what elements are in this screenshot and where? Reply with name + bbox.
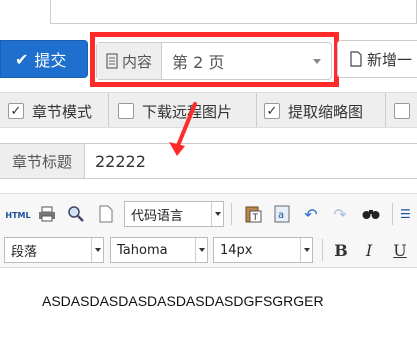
- document-icon: [106, 53, 118, 69]
- option-extract-thumbnail[interactable]: ✓ 提取缩略图: [264, 99, 363, 123]
- toolbar-divider: [392, 203, 393, 225]
- divider: [256, 93, 257, 127]
- options-row: ✓ 章节模式 下载远程图片 ✓ 提取缩略图: [0, 92, 417, 128]
- font-family-select[interactable]: Tahoma: [110, 237, 208, 263]
- submit-button[interactable]: ✔ 提交: [0, 40, 88, 78]
- chevron-down-icon: [94, 248, 101, 252]
- chevron-down-icon: [313, 58, 321, 64]
- option-extra[interactable]: [394, 99, 410, 123]
- bold-button[interactable]: B: [331, 239, 351, 261]
- editor-toolbar: HTML 代码语言 T a ↶ ↷ ☰ 段落 Tahoma 14px B I U: [0, 193, 417, 268]
- chapter-title-group: 章节标题 22222: [0, 143, 417, 179]
- annotation-arrow-icon: [169, 102, 197, 156]
- font-size-select[interactable]: 14px: [213, 237, 313, 263]
- italic-button[interactable]: I: [359, 239, 379, 261]
- submit-label: 提交: [34, 51, 67, 70]
- dropdown-arrow: [300, 238, 312, 262]
- underline-button[interactable]: U: [390, 239, 410, 261]
- dropdown-arrow: [211, 202, 223, 226]
- svg-text:a: a: [278, 210, 284, 221]
- dropdown-arrow: [195, 238, 207, 262]
- content-area-top: [0, 0, 417, 32]
- paste-word-icon[interactable]: a: [272, 204, 292, 224]
- undo-icon[interactable]: ↶: [301, 204, 321, 224]
- code-language-value: 代码语言: [131, 208, 184, 224]
- option-label: 提取缩略图: [288, 102, 364, 121]
- content-addon-label: 内容: [121, 52, 152, 71]
- document-icon: [350, 51, 362, 67]
- editor-content[interactable]: ASDASDASDASDASDASDASDGFSGRGER: [42, 293, 324, 309]
- preview-icon[interactable]: [66, 204, 86, 224]
- font-family-value: Tahoma: [117, 242, 168, 258]
- print-icon[interactable]: [37, 204, 57, 224]
- checkbox-unchecked-icon[interactable]: [394, 103, 410, 119]
- chevron-down-icon: [198, 248, 205, 252]
- find-icon[interactable]: [361, 204, 381, 224]
- divider: [385, 93, 386, 127]
- paragraph-format-value: 段落: [11, 244, 38, 260]
- svg-text:T: T: [252, 213, 259, 223]
- paste-text-icon[interactable]: T: [243, 204, 263, 224]
- toolbar-divider: [322, 239, 323, 261]
- font-size-value: 14px: [220, 242, 253, 258]
- divider: [108, 93, 109, 127]
- html-source-icon[interactable]: HTML: [5, 205, 31, 225]
- checkbox-checked-icon[interactable]: ✓: [264, 103, 280, 119]
- redo-icon[interactable]: ↷: [330, 204, 350, 224]
- page-select-value: 第 2 页: [172, 53, 225, 72]
- dropdown-arrow: [91, 238, 103, 262]
- checkbox-checked-icon[interactable]: ✓: [8, 103, 24, 119]
- list-icon[interactable]: ☰: [400, 204, 417, 224]
- content-page-select[interactable]: 内容 第 2 页: [96, 42, 332, 80]
- content-addon: 内容: [97, 43, 162, 79]
- option-label: 章节模式: [32, 102, 93, 121]
- paragraph-format-select[interactable]: 段落: [4, 237, 104, 263]
- chapter-title-input[interactable]: 22222: [85, 144, 417, 178]
- previous-textarea[interactable]: [50, 0, 417, 24]
- new-document-icon[interactable]: [96, 204, 116, 224]
- chapter-title-label: 章节标题: [0, 144, 85, 178]
- chevron-down-icon: [303, 248, 310, 252]
- option-chapter-mode[interactable]: ✓ 章节模式: [8, 99, 92, 123]
- chevron-down-icon: [214, 212, 221, 216]
- checkbox-unchecked-icon[interactable]: [118, 103, 134, 119]
- add-page-label: 新增一: [367, 50, 413, 69]
- page-select[interactable]: 第 2 页: [162, 43, 331, 79]
- code-language-select[interactable]: 代码语言: [124, 201, 224, 227]
- add-page-button[interactable]: 新增一: [337, 40, 417, 78]
- check-icon: ✔: [15, 49, 29, 69]
- toolbar-divider: [231, 203, 232, 225]
